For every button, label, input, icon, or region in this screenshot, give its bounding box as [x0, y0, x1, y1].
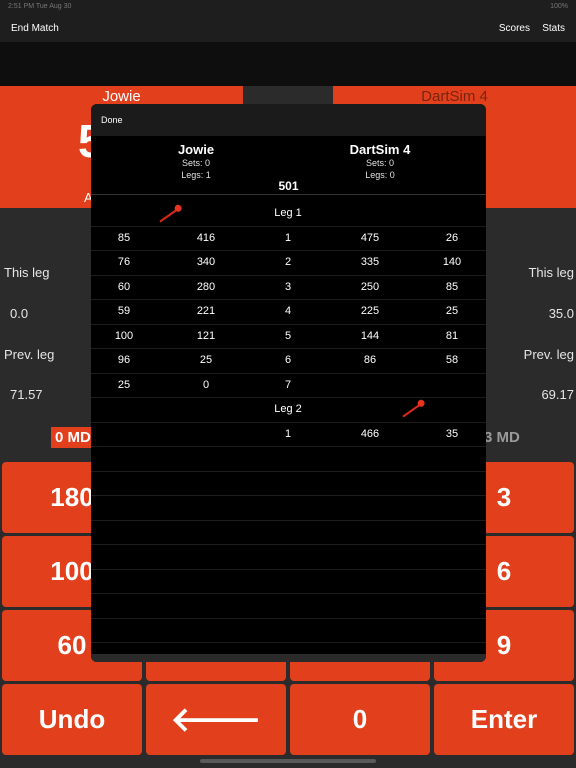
- score-cell-p2-scored: 85: [445, 280, 459, 293]
- score-cell-p1-left: 221: [196, 305, 216, 317]
- status-battery: 100%: [550, 3, 568, 10]
- player-header-dartsim: DartSim 4 Sets: 0 Legs: 0: [320, 142, 440, 181]
- done-button[interactable]: Done: [101, 115, 123, 125]
- home-indicator: [200, 759, 376, 763]
- score-cell-p2-scored: 81: [445, 329, 459, 342]
- leg-header: Leg 1: [274, 207, 302, 219]
- score-cell-p2-left: 144: [360, 329, 380, 342]
- stats-button[interactable]: Stats: [542, 23, 565, 34]
- leg-header: Leg 2: [274, 403, 302, 415]
- score-cell-p2-scored: 26: [445, 231, 459, 244]
- prev-leg-label: Prev. leg: [4, 347, 55, 362]
- score-cell-turn: 1: [284, 427, 292, 440]
- score-cell-p2-scored: 25: [445, 305, 459, 317]
- md-count: 3 MD: [484, 429, 520, 446]
- score-cell-p1-scored: 60: [117, 280, 131, 293]
- score-cell-turn: 4: [284, 305, 292, 317]
- player-name: DartSim 4: [421, 88, 488, 105]
- score-cell-p1-left: 121: [196, 329, 216, 342]
- player-sets: Sets: 0: [181, 158, 210, 168]
- row-divider: [91, 495, 486, 496]
- row-divider: [91, 446, 486, 447]
- row-divider: [91, 593, 486, 594]
- enter-button[interactable]: Enter: [434, 684, 574, 755]
- this-leg-value: 35.0: [548, 306, 574, 321]
- score-cell-p2-left: 86: [363, 354, 377, 366]
- score-cell-p1-scored: 76: [117, 256, 131, 268]
- score-cell-p2-scored: 140: [442, 256, 462, 268]
- player-sets: Sets: 0: [365, 158, 394, 168]
- score-cell-p2-left: 466: [360, 427, 380, 440]
- score-cell-p1-scored: 25: [117, 378, 131, 391]
- row-divider: [91, 299, 486, 300]
- this-leg-value: 0.0: [10, 306, 29, 321]
- this-leg-label: This leg: [4, 265, 50, 280]
- this-leg-label: This leg: [528, 265, 574, 280]
- row-divider: [91, 250, 486, 251]
- score-cell-p2-left: 335: [360, 256, 380, 268]
- score-cell-p2-scored: 35: [445, 427, 459, 440]
- key-0[interactable]: 0: [290, 684, 430, 755]
- row-divider: [91, 421, 486, 423]
- row-divider: [91, 568, 486, 570]
- score-cell-p1-scored: 100: [114, 329, 134, 342]
- score-cell-p1-scored: 96: [117, 354, 131, 366]
- prev-leg-value: 71.57: [10, 387, 43, 402]
- row-divider: [91, 470, 486, 472]
- score-cell-p1-left: 0: [202, 378, 210, 391]
- player-name: DartSim 4: [349, 142, 411, 157]
- scores-sheet: Done Jowie Sets: 0 Legs: 1 DartSim 4 Set…: [91, 104, 486, 662]
- player-name: Jowie: [177, 142, 215, 157]
- score-cell-p1-left: 340: [196, 256, 216, 268]
- status-bar: 2:51 PM Tue Aug 30 100%: [0, 0, 576, 14]
- score-cell-p2-scored: 58: [445, 354, 459, 366]
- dart-icon: [402, 403, 422, 418]
- undo-button[interactable]: Undo: [2, 684, 142, 755]
- player-header-jowie: Jowie Sets: 0 Legs: 1: [136, 142, 256, 181]
- backspace-button[interactable]: 🡐: [146, 684, 286, 755]
- md-badge: 0 MD: [51, 427, 95, 448]
- score-cell-p1-left: 416: [196, 231, 216, 244]
- row-divider: [91, 323, 486, 325]
- row-divider: [91, 519, 486, 521]
- navigation-bar: End Match Scores Stats: [0, 14, 576, 42]
- score-cell-p1-left: 25: [199, 354, 213, 366]
- row-divider: [91, 372, 486, 374]
- end-match-button[interactable]: End Match: [11, 23, 59, 34]
- score-cell-turn: 1: [284, 231, 292, 244]
- score-cell-p1-left: 280: [196, 280, 216, 293]
- status-time: 2:51 PM Tue Aug 30: [8, 3, 72, 10]
- prev-leg-label: Prev. leg: [523, 347, 574, 362]
- row-divider: [91, 617, 486, 619]
- row-divider: [91, 225, 486, 227]
- divider: [91, 194, 486, 195]
- score-cell-p2-left: 250: [360, 280, 380, 293]
- row-divider: [91, 274, 486, 276]
- score-cell-turn: 7: [284, 378, 292, 391]
- score-cell-turn: 3: [284, 280, 292, 293]
- row-divider: [91, 397, 486, 398]
- row-divider: [91, 348, 486, 349]
- score-cell-p1-scored: 85: [117, 231, 131, 244]
- starting-score: 501: [278, 179, 299, 193]
- sheet-bottom-bar: [91, 654, 486, 662]
- sheet-header: Done: [91, 104, 486, 136]
- score-cell-p1-scored: 59: [117, 305, 131, 317]
- row-divider: [91, 642, 486, 643]
- score-cell-turn: 5: [284, 329, 292, 342]
- row-divider: [91, 544, 486, 545]
- scores-button[interactable]: Scores: [499, 23, 530, 34]
- header-band: [0, 42, 576, 86]
- player-name: Jowie: [102, 88, 141, 105]
- score-cell-turn: 6: [284, 354, 292, 366]
- score-cell-turn: 2: [284, 256, 292, 268]
- score-cell-p2-left: 225: [360, 305, 380, 317]
- dart-icon: [159, 208, 179, 223]
- prev-leg-value: 69.17: [541, 387, 574, 402]
- score-cell-p2-left: 475: [360, 231, 380, 244]
